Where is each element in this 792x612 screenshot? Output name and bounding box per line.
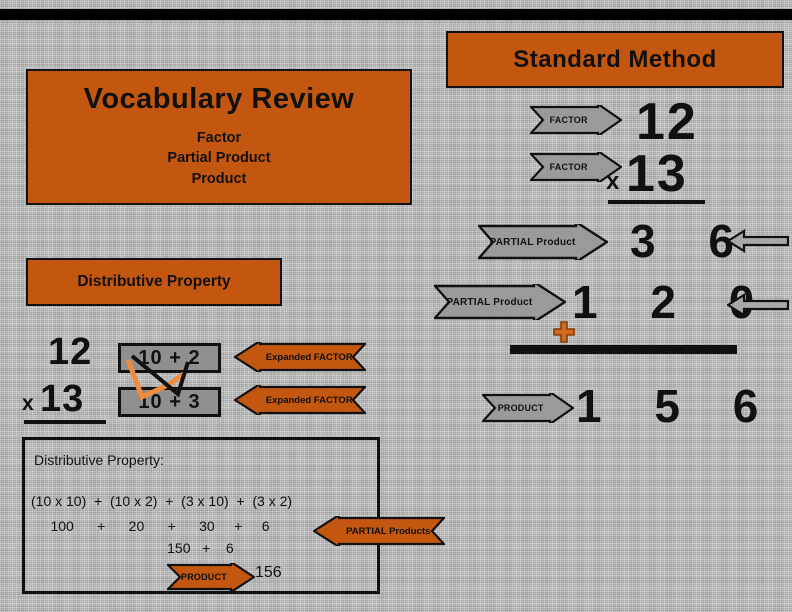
top-divider-rule bbox=[0, 9, 792, 20]
arrow-shape-right bbox=[167, 563, 255, 591]
distributive-detail-expressions: (10 x 10) + (10 x 2) + (3 x 10) + (3 x 2… bbox=[31, 493, 293, 509]
expanded-factor-arrow-2: Expanded FACTOR bbox=[234, 385, 366, 415]
arrow-left-outline bbox=[727, 293, 789, 317]
hint-arrow-2-icon bbox=[727, 292, 789, 318]
partial-product-arrow-2: PARTIAL Product bbox=[434, 284, 566, 320]
arrow-shape-left bbox=[313, 516, 445, 546]
arrow-shape-right bbox=[530, 105, 622, 135]
plus-glyph bbox=[553, 321, 575, 343]
standard-factor-1: 12 bbox=[636, 93, 698, 151]
arrow-shape-right bbox=[482, 393, 574, 423]
standard-method-title: Standard Method bbox=[513, 45, 717, 73]
vocabulary-terms-list: Factor Partial Product Product bbox=[167, 129, 271, 187]
plus-sign-icon bbox=[553, 321, 575, 343]
partial-product-arrow-1: PARTIAL Product bbox=[478, 224, 608, 260]
standard-factor-2: 13 bbox=[626, 145, 688, 203]
arrow-shape-left bbox=[234, 342, 366, 372]
hint-arrow-1-icon bbox=[727, 228, 789, 254]
vocabulary-review-box: Vocabulary Review Factor Partial Product… bbox=[26, 69, 412, 205]
standard-sum-rule bbox=[510, 345, 737, 354]
distributive-detail-heading: Distributive Property: bbox=[34, 452, 164, 468]
expanded-factor-arrow-1: Expanded FACTOR bbox=[234, 342, 366, 372]
distributive-multiply-symbol: x bbox=[22, 392, 34, 415]
standard-factor-rule bbox=[608, 200, 705, 204]
distributive-factor-rule bbox=[24, 420, 106, 424]
expanded-factor-box-1: 10 + 2 bbox=[118, 343, 221, 373]
distributive-detail-sums: 150 + 6 bbox=[31, 540, 234, 556]
arrow-shape-right bbox=[478, 224, 608, 260]
distributive-factor-1: 12 bbox=[48, 331, 93, 373]
standard-product-value: 1 5 6 bbox=[576, 380, 779, 432]
partial-products-arrow: PARTIAL Products bbox=[313, 516, 445, 546]
standard-multiply-symbol: x bbox=[606, 168, 620, 195]
distributive-product-value: 156 bbox=[255, 564, 282, 581]
arrow-shape-left bbox=[234, 385, 366, 415]
arrow-shape-right bbox=[434, 284, 566, 320]
distributive-product-arrow: PRODUCT bbox=[167, 563, 255, 591]
distributive-property-box: Distributive Property bbox=[26, 258, 282, 306]
distributive-property-title: Distributive Property bbox=[77, 273, 231, 290]
factor-arrow-1: FACTOR bbox=[530, 105, 622, 135]
distributive-factor-2: 13 bbox=[40, 378, 85, 420]
standard-method-box: Standard Method bbox=[446, 31, 784, 88]
expanded-factor-box-2: 10 + 3 bbox=[118, 387, 221, 417]
product-arrow: PRODUCT bbox=[482, 393, 574, 423]
arrow-left-outline bbox=[727, 229, 789, 253]
vocabulary-review-title: Vocabulary Review bbox=[83, 82, 355, 115]
distributive-detail-products: 100 + 20 + 30 + 6 bbox=[31, 518, 270, 534]
